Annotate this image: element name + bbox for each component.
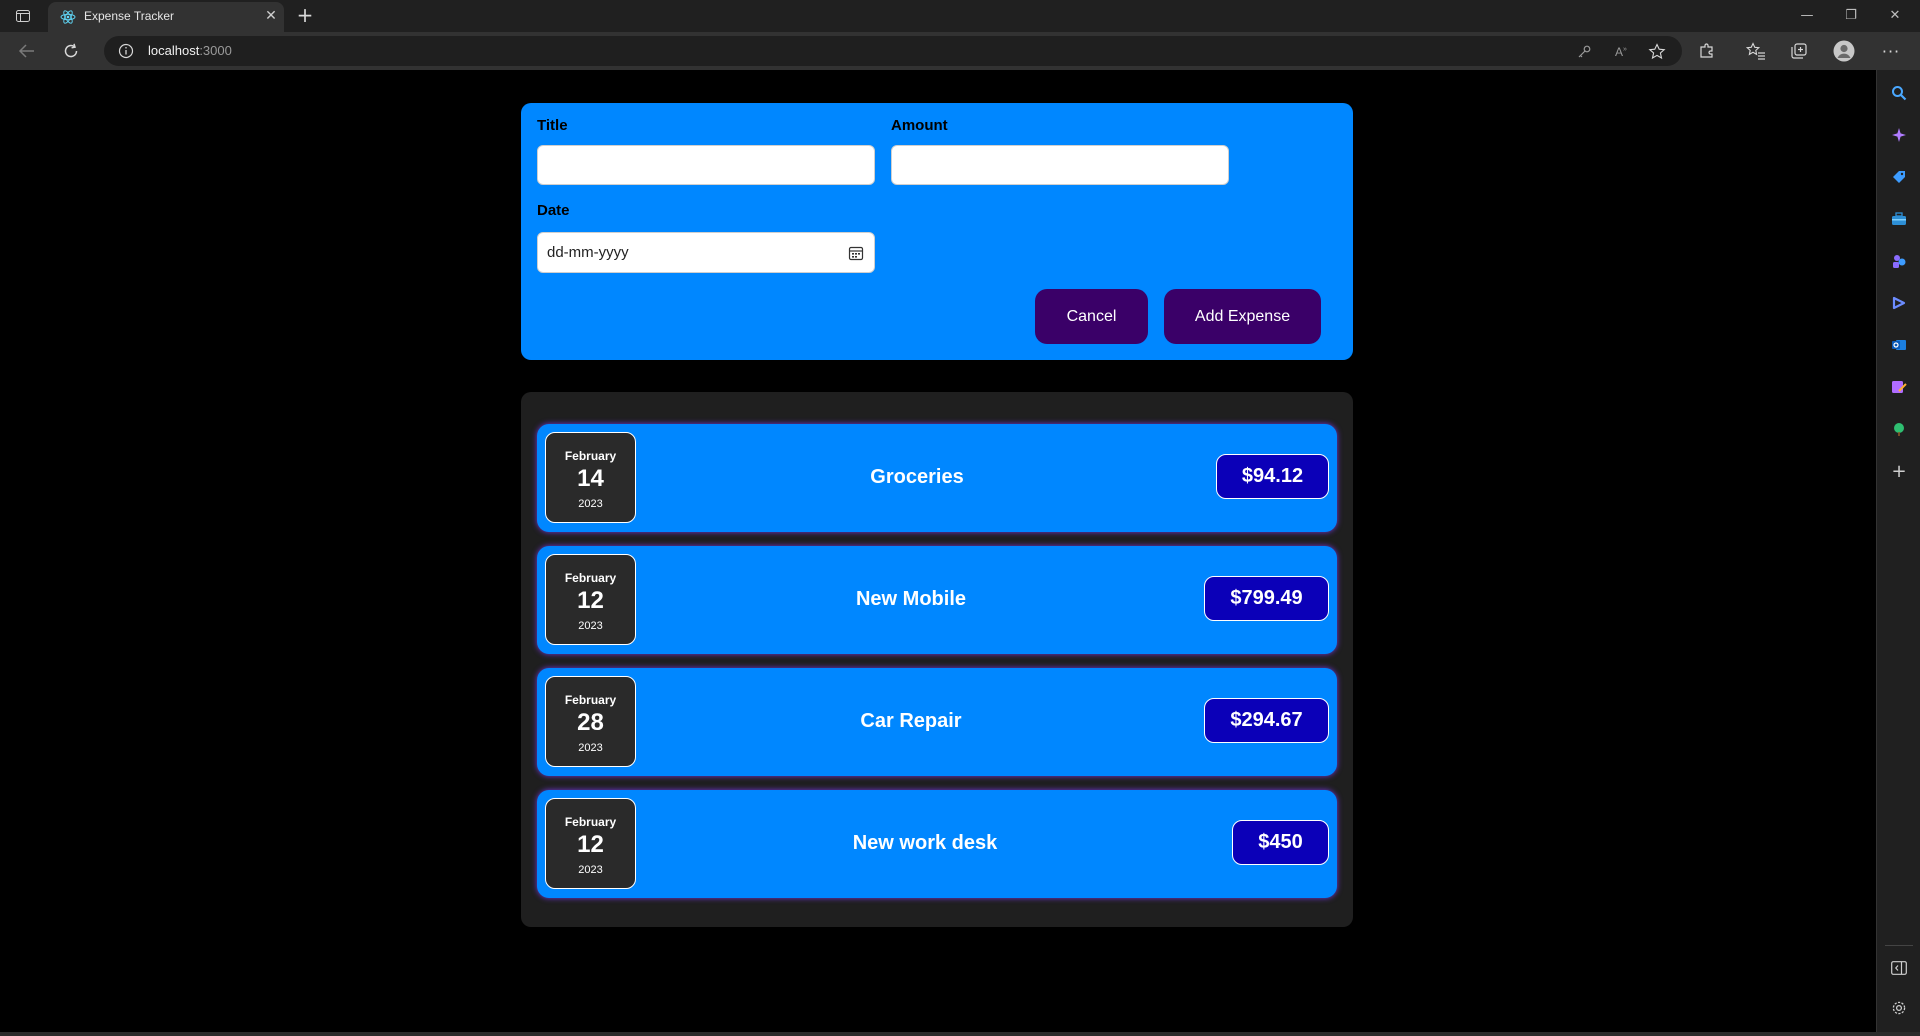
site-info-icon[interactable] — [118, 43, 134, 59]
refresh-icon[interactable] — [60, 40, 82, 62]
search-icon[interactable] — [1889, 83, 1909, 103]
more-menu-icon[interactable]: ··· — [1880, 40, 1902, 62]
expense-year: 2023 — [578, 742, 603, 754]
restore-icon[interactable]: ❐ — [1841, 6, 1861, 26]
extensions-puzzle-icon[interactable] — [1696, 40, 1718, 62]
expense-amount: $94.12 — [1216, 454, 1329, 499]
date-input[interactable]: dd-mm-yyyy — [537, 232, 875, 273]
browser-toolbar: localhost:3000 A» ··· — [0, 32, 1920, 70]
title-input[interactable] — [537, 145, 875, 185]
back-arrow-icon[interactable] — [16, 40, 38, 62]
add-sidebar-app-icon[interactable]: + — [1889, 461, 1909, 482]
expense-date: February 28 2023 — [545, 676, 636, 767]
url-host: localhost — [148, 43, 200, 58]
microsoft-365-icon[interactable] — [1889, 293, 1909, 313]
password-key-icon[interactable] — [1575, 43, 1593, 61]
add-favorite-star-icon[interactable] — [1648, 43, 1666, 61]
shopping-tag-icon[interactable] — [1889, 167, 1909, 187]
calendar-icon[interactable] — [848, 245, 864, 261]
page-viewport: Title Amount Date dd-mm-yyyy Cancel Add … — [0, 70, 1876, 1032]
expense-date: February 12 2023 — [545, 798, 636, 889]
add-expense-button[interactable]: Add Expense — [1164, 289, 1321, 344]
read-aloud-icon[interactable]: A» — [1612, 43, 1630, 61]
sidebar-divider — [1885, 945, 1913, 946]
active-tab[interactable]: Expense Tracker ✕ — [48, 2, 284, 32]
expense-item[interactable]: February 12 2023 New work desk $450 — [537, 790, 1337, 898]
cancel-button[interactable]: Cancel — [1035, 289, 1148, 344]
expense-item[interactable]: February 14 2023 Groceries $94.12 — [537, 424, 1337, 532]
amount-label: Amount — [891, 117, 948, 134]
expense-amount: $450 — [1232, 820, 1329, 865]
expense-month: February — [564, 693, 617, 707]
expense-month: February — [564, 571, 617, 585]
expense-day: 12 — [577, 587, 604, 614]
expense-year: 2023 — [578, 620, 603, 632]
expense-month: February — [564, 815, 617, 829]
expense-year: 2023 — [578, 498, 603, 510]
expense-title: New Mobile — [855, 588, 967, 610]
hide-sidebar-icon[interactable] — [1889, 958, 1909, 978]
title-label: Title — [537, 117, 568, 134]
expense-month: February — [564, 449, 617, 463]
new-expense-form: Title Amount Date dd-mm-yyyy Cancel Add … — [521, 103, 1353, 360]
expense-title: New work desk — [852, 832, 998, 854]
address-bar[interactable]: localhost:3000 A» — [104, 36, 1682, 66]
browser-tab-bar: Expense Tracker ✕ + — ❐ ✕ — [0, 0, 1920, 32]
amount-input[interactable] — [891, 145, 1229, 185]
react-logo-icon — [60, 9, 76, 25]
date-placeholder: dd-mm-yyyy — [547, 244, 629, 261]
expense-title: Car Repair — [860, 710, 962, 732]
minimize-icon[interactable]: — — [1797, 6, 1817, 26]
expense-day: 14 — [577, 465, 604, 492]
new-tab-button[interactable]: + — [294, 5, 316, 27]
expense-year: 2023 — [578, 864, 603, 876]
expense-item[interactable]: February 28 2023 Car Repair $294.67 — [537, 668, 1337, 776]
outlook-icon[interactable] — [1889, 335, 1909, 355]
expense-title: Groceries — [870, 466, 964, 488]
tools-briefcase-icon[interactable] — [1889, 209, 1909, 229]
expense-amount: $799.49 — [1204, 576, 1329, 621]
window-bottom-edge — [0, 1032, 1920, 1036]
browser-sidebar: + — [1876, 70, 1920, 1036]
games-icon[interactable] — [1889, 251, 1909, 271]
expense-item[interactable]: February 12 2023 New Mobile $799.49 — [537, 546, 1337, 654]
tab-close-icon[interactable]: ✕ — [262, 7, 280, 25]
close-window-icon[interactable]: ✕ — [1885, 6, 1905, 26]
expense-date: February 14 2023 — [545, 432, 636, 523]
date-label: Date — [537, 202, 570, 219]
collections-icon[interactable] — [1788, 40, 1810, 62]
favorites-icon[interactable] — [1745, 40, 1767, 62]
url-port: :3000 — [199, 43, 232, 58]
expenses-list: February 14 2023 Groceries $94.12 Februa… — [521, 392, 1353, 927]
tab-actions-icon[interactable] — [12, 7, 34, 25]
copilot-sparkle-icon[interactable] — [1889, 125, 1909, 145]
tab-title: Expense Tracker — [84, 9, 175, 23]
settings-gear-icon[interactable] — [1889, 998, 1909, 1018]
url-text: localhost:3000 — [148, 43, 232, 58]
expense-day: 12 — [577, 831, 604, 858]
expense-date: February 12 2023 — [545, 554, 636, 645]
profile-avatar-icon[interactable] — [1833, 40, 1855, 62]
expense-day: 28 — [577, 709, 604, 736]
designer-icon[interactable] — [1889, 377, 1909, 397]
expense-amount: $294.67 — [1204, 698, 1329, 743]
tree-icon[interactable] — [1889, 419, 1909, 439]
